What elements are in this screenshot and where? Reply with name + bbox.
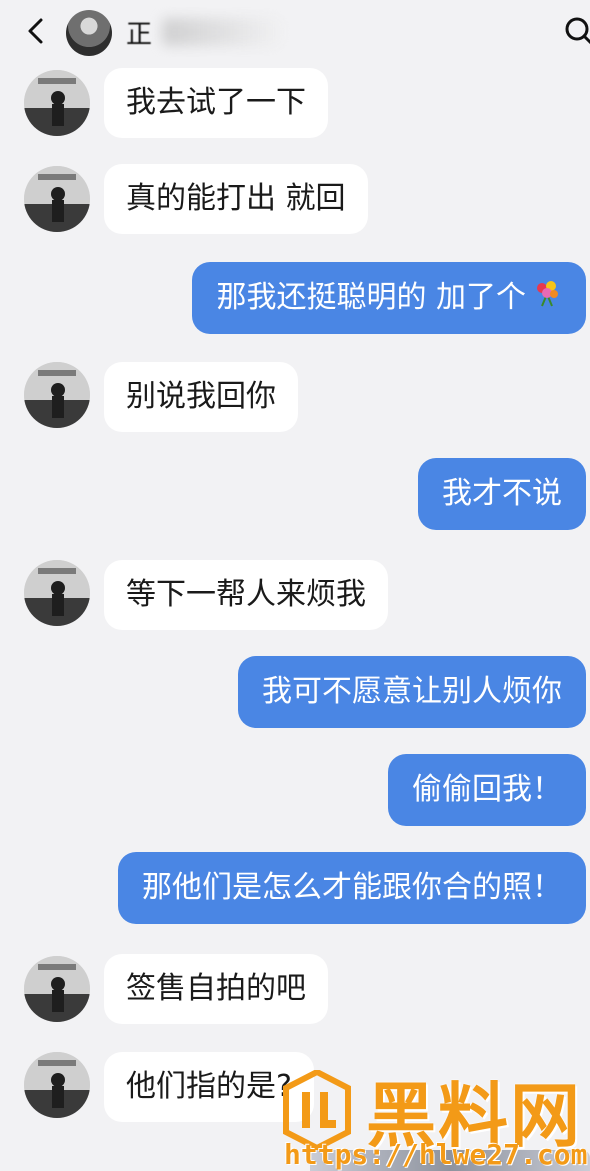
sender-avatar[interactable] xyxy=(24,1052,90,1118)
contact-avatar[interactable] xyxy=(66,10,112,56)
outgoing-message-bubble[interactable]: 那我还挺聪明的 加了个 xyxy=(192,262,586,334)
search-button[interactable] xyxy=(564,16,590,46)
sender-avatar[interactable] xyxy=(24,560,90,626)
incoming-message-bubble[interactable]: 我去试了一下 xyxy=(104,68,328,138)
chat-header: 正 xyxy=(0,0,590,64)
incoming-message-bubble[interactable]: 等下一帮人来烦我 xyxy=(104,560,388,630)
incoming-message-bubble[interactable]: 签售自拍的吧 xyxy=(104,954,328,1024)
watermark-url: https://hlwe27.com xyxy=(284,1138,588,1171)
watermark: 黑料网 https://hlwe27.com xyxy=(276,1058,590,1171)
outgoing-message-bubble[interactable]: 那他们是怎么才能跟你合的照！ xyxy=(118,852,586,924)
contact-name: 正 xyxy=(126,20,153,50)
sender-avatar[interactable] xyxy=(24,166,90,232)
contact-name-redaction xyxy=(162,18,282,46)
search-icon xyxy=(565,17,590,45)
outgoing-message-bubble[interactable]: 我才不说 xyxy=(418,458,586,530)
incoming-message-bubble[interactable]: 真的能打出 就回 xyxy=(104,164,368,234)
back-button[interactable] xyxy=(22,16,50,46)
sender-avatar[interactable] xyxy=(24,956,90,1022)
sender-avatar[interactable] xyxy=(24,70,90,136)
incoming-message-bubble[interactable]: 别说我回你 xyxy=(104,362,298,432)
chevron-left-icon xyxy=(28,18,43,44)
outgoing-message-bubble[interactable]: 我可不愿意让别人烦你 xyxy=(238,656,586,728)
flower-bouquet-icon xyxy=(532,263,562,335)
message-text: 那我还挺聪明的 加了个 xyxy=(216,280,526,315)
outgoing-message-bubble[interactable]: 偷偷回我！ xyxy=(388,754,586,826)
sender-avatar[interactable] xyxy=(24,362,90,428)
